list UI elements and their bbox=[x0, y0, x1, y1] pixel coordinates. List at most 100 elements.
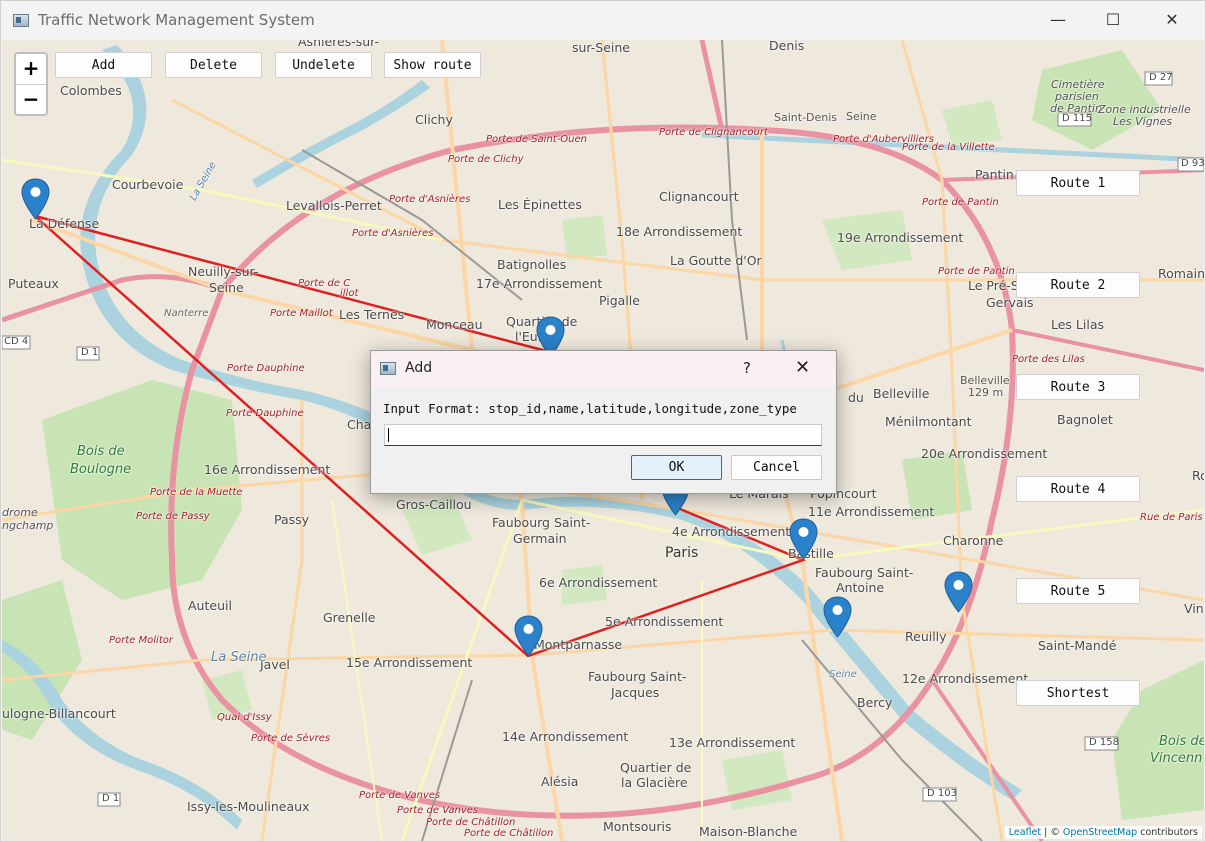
park-label: Vincenn bbox=[1150, 751, 1203, 766]
map-marker-icon[interactable] bbox=[21, 178, 50, 220]
add-button[interactable]: Add bbox=[55, 52, 152, 78]
place-label: du bbox=[848, 390, 864, 405]
road-shield: D 103 bbox=[927, 788, 957, 799]
place-label: Clignancourt bbox=[659, 189, 739, 204]
place-label: Romain bbox=[1158, 266, 1204, 281]
road-shield: D 27 bbox=[1149, 72, 1173, 83]
place-label: Neuilly-sur- bbox=[188, 264, 259, 279]
window-title: Traffic Network Management System bbox=[38, 11, 315, 29]
add-dialog: Add ? ✕ Input Format: stop_id,name,latit… bbox=[370, 350, 837, 494]
place-label: Quartier de bbox=[620, 760, 692, 775]
road-label: Porte de Châtillon bbox=[464, 828, 554, 839]
road-label: Rue de Paris bbox=[1140, 512, 1203, 523]
delete-button[interactable]: Delete bbox=[165, 52, 262, 78]
road-label: illot bbox=[340, 288, 359, 299]
road-shield: D 1 bbox=[102, 793, 120, 804]
place-label: Puteaux bbox=[8, 276, 59, 291]
zoom-in-button[interactable]: + bbox=[16, 54, 46, 85]
place-label: drome bbox=[2, 506, 38, 519]
place-label: 15e Arrondissement bbox=[346, 655, 473, 670]
place-label: Les Ternes bbox=[339, 307, 405, 322]
show-route-button[interactable]: Show route bbox=[384, 52, 481, 78]
place-label: Alésia bbox=[541, 774, 579, 789]
shortest-button[interactable]: Shortest bbox=[1016, 680, 1140, 706]
route-4-button[interactable]: Route 4 bbox=[1016, 476, 1140, 502]
place-label: Les Épinettes bbox=[498, 197, 582, 212]
dialog-close-button[interactable]: ✕ bbox=[795, 357, 810, 378]
place-label: Levallois-Perret bbox=[286, 198, 382, 213]
park-label: Bois de bbox=[1159, 734, 1204, 749]
minimize-button[interactable]: — bbox=[1035, 5, 1081, 35]
help-button[interactable]: ? bbox=[743, 359, 751, 377]
maximize-button[interactable]: ☐ bbox=[1090, 5, 1136, 35]
place-label: Vin bbox=[1184, 601, 1204, 616]
place-label: Ro bbox=[1192, 468, 1204, 483]
place-label: Faubourg Saint- bbox=[815, 565, 914, 580]
river-label: Seine bbox=[829, 669, 857, 680]
road-label: Porte de Saint-Ouen bbox=[486, 134, 588, 145]
place-label: ngchamp bbox=[2, 519, 54, 532]
route-3-button[interactable]: Route 3 bbox=[1016, 374, 1140, 400]
place-label: 17e Arrondissement bbox=[476, 276, 603, 291]
place-label: Faubourg Saint- bbox=[492, 515, 591, 530]
close-button[interactable]: ✕ bbox=[1149, 5, 1195, 35]
stop-input-field[interactable] bbox=[384, 424, 822, 446]
ok-button[interactable]: OK bbox=[631, 455, 722, 480]
place-label: la Glacière bbox=[621, 775, 688, 790]
place-label: Clichy bbox=[415, 112, 453, 127]
place-label: Gros-Caillou bbox=[396, 497, 472, 512]
road-label: Porte Dauphine bbox=[227, 363, 305, 374]
route-5-button[interactable]: Route 5 bbox=[1016, 578, 1140, 604]
place-label: 5e Arrondissement bbox=[605, 614, 724, 629]
place-label: ulogne-Billancourt bbox=[2, 706, 116, 721]
road-shield: D 93 bbox=[1181, 158, 1204, 169]
place-label: 129 m bbox=[968, 386, 1004, 399]
place-label: Bagnolet bbox=[1057, 412, 1113, 427]
road-shield: CD 4 bbox=[4, 336, 29, 347]
osm-link[interactable]: OpenStreetMap bbox=[1063, 827, 1137, 838]
place-label: Seine bbox=[846, 110, 877, 123]
cancel-button[interactable]: Cancel bbox=[731, 455, 822, 480]
road-label: Porte Molitor bbox=[109, 635, 173, 646]
leaflet-link[interactable]: Leaflet bbox=[1009, 827, 1041, 838]
place-label: de Pantin bbox=[1050, 102, 1102, 115]
zoom-out-button[interactable]: − bbox=[16, 85, 46, 115]
road-label: Porte de Pantin bbox=[922, 197, 999, 208]
road-label: Nanterre bbox=[164, 308, 209, 319]
input-format-label: Input Format: stop_id,name,latitude,long… bbox=[383, 401, 797, 416]
road-label: Porte Maillot bbox=[270, 308, 333, 319]
road-label: Porte de la Villette bbox=[902, 142, 995, 153]
place-label: Cha bbox=[347, 417, 372, 432]
place-label: 12e Arrondissement bbox=[902, 671, 1029, 686]
road-label: Porte Dauphine bbox=[226, 408, 304, 419]
place-label: Reuilly bbox=[905, 629, 947, 644]
road-label: Porte de Clichy bbox=[448, 154, 524, 165]
map-marker-icon[interactable] bbox=[789, 518, 818, 560]
zoom-control: + − bbox=[14, 52, 48, 116]
copyright-symbol: © bbox=[1050, 827, 1060, 838]
undelete-button[interactable]: Undelete bbox=[275, 52, 372, 78]
title-bar: Traffic Network Management System — ☐ ✕ bbox=[1, 1, 1205, 40]
map-attribution: Leaflet | © OpenStreetMap contributors bbox=[1004, 826, 1202, 839]
place-label: Charonne bbox=[943, 533, 1004, 548]
place-label: Les Vignes bbox=[1113, 115, 1173, 128]
map-marker-icon[interactable] bbox=[514, 615, 543, 657]
app-icon bbox=[13, 14, 29, 27]
map-marker-icon[interactable] bbox=[823, 596, 852, 638]
route-2-button[interactable]: Route 2 bbox=[1016, 272, 1140, 298]
road-label: Porte de la Muette bbox=[150, 487, 243, 498]
place-label: Auteuil bbox=[188, 598, 232, 613]
road-label: Porte de Vanves bbox=[359, 790, 441, 801]
place-label: Asnières-sur- bbox=[298, 40, 380, 49]
road-label: Porte de Sèvres bbox=[251, 733, 331, 744]
place-label: Denis bbox=[769, 40, 805, 53]
place-label: Batignolles bbox=[497, 257, 567, 272]
place-label: Jacques bbox=[611, 685, 660, 700]
place-label: Ménilmontant bbox=[885, 414, 972, 429]
park-label: Bois de bbox=[77, 444, 125, 459]
dialog-app-icon bbox=[380, 362, 396, 375]
route-1-button[interactable]: Route 1 bbox=[1016, 170, 1140, 196]
place-label: Bercy bbox=[857, 695, 893, 710]
attribution-contributors: contributors bbox=[1140, 827, 1198, 838]
map-marker-icon[interactable] bbox=[944, 571, 973, 613]
